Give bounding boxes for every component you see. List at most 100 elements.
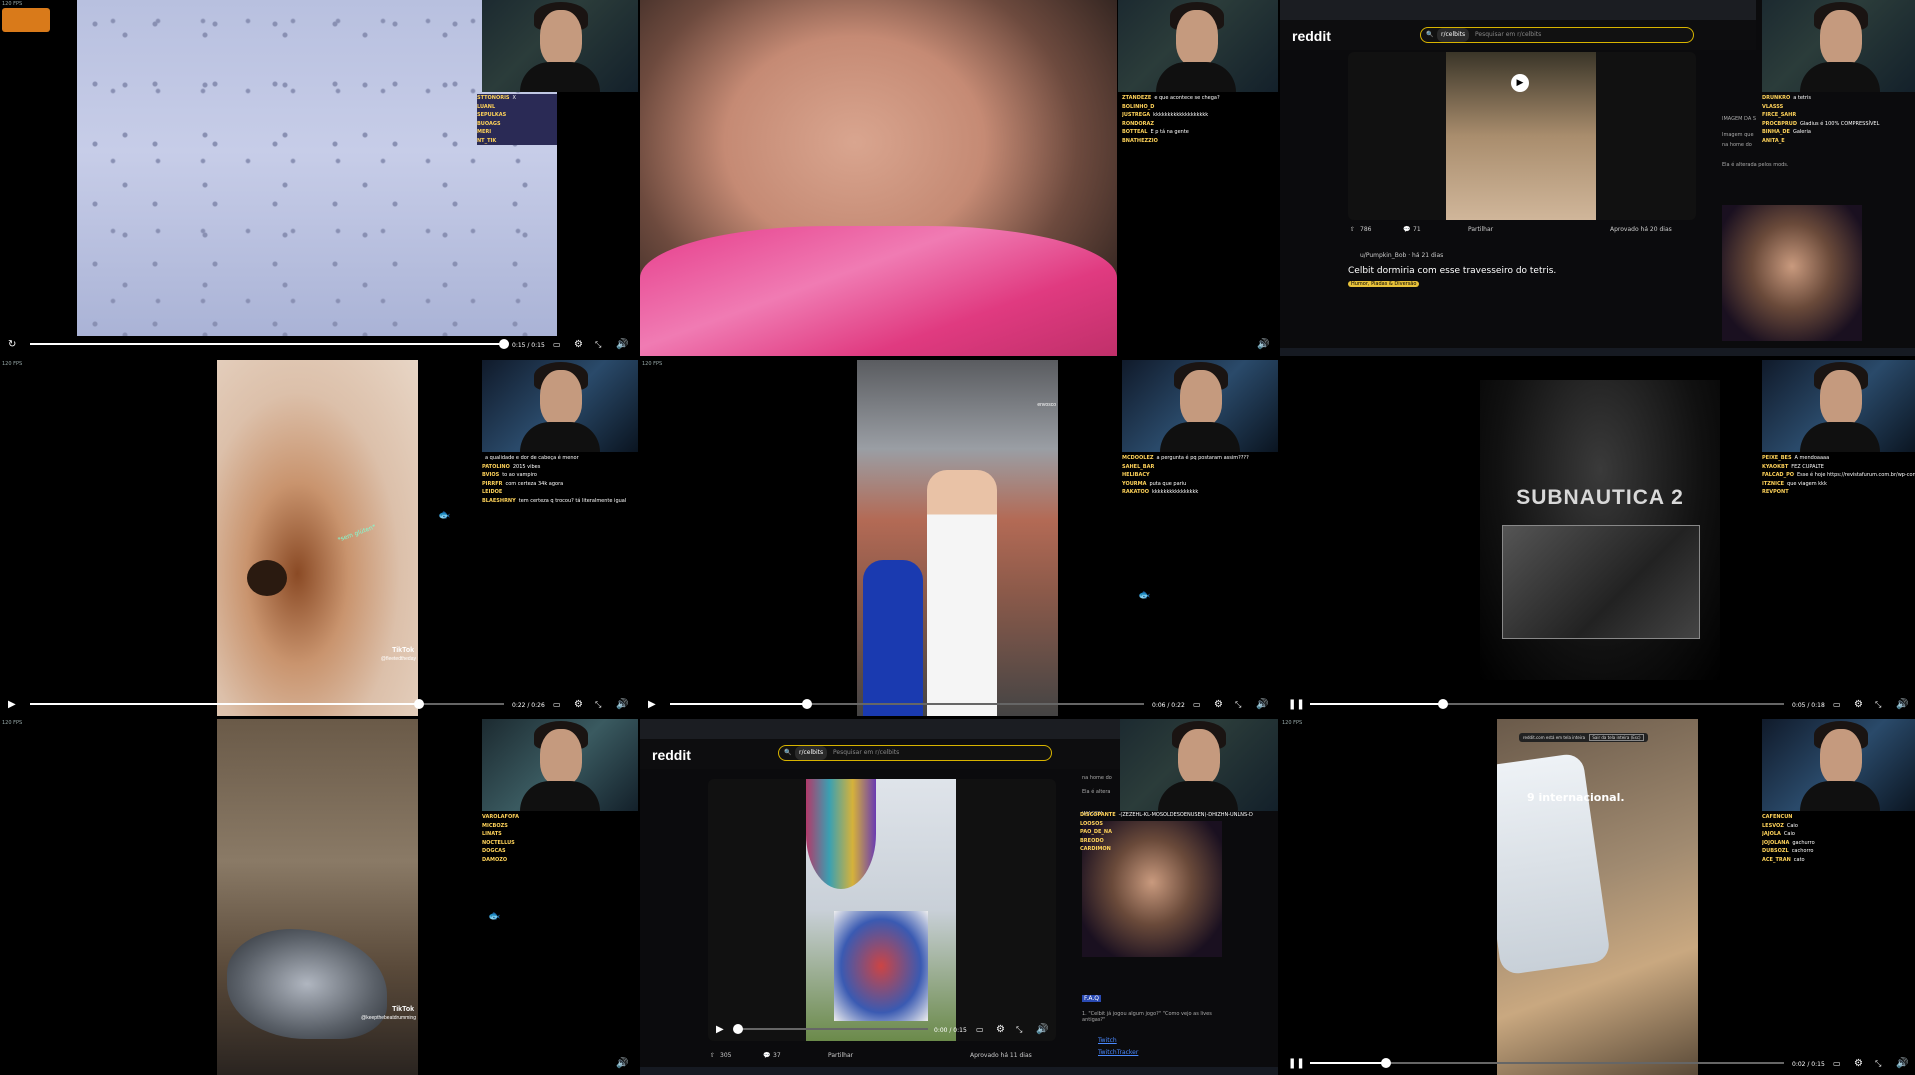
replay-icon[interactable]: ↻ bbox=[8, 340, 16, 350]
share-button[interactable]: Partilhar bbox=[828, 1052, 853, 1059]
sidebar-text-1: IMAGEM DA S bbox=[1722, 116, 1757, 122]
pause-icon[interactable]: ❚❚ bbox=[1288, 1059, 1305, 1069]
toast-text: reddit.com está em tela inteira bbox=[1523, 735, 1586, 740]
seek-fill bbox=[1310, 1062, 1386, 1064]
exit-fullscreen-button[interactable]: Sair da tela inteira (Esc) bbox=[1589, 734, 1644, 741]
reddit-logo[interactable]: reddit bbox=[1292, 28, 1331, 44]
approved-label: Aprovado há 11 dias bbox=[970, 1052, 1032, 1059]
settings-icon[interactable]: ⚙ bbox=[574, 700, 583, 710]
fullscreen-icon[interactable]: ⤡ bbox=[1875, 1059, 1881, 1069]
chat-username: ITZNICE bbox=[1762, 480, 1785, 487]
settings-icon[interactable]: ⚙ bbox=[1854, 1059, 1863, 1069]
video-frame[interactable]: SUBNAUTICA 2 bbox=[1480, 380, 1720, 680]
subreddit-chip[interactable]: r/celbits bbox=[795, 746, 828, 760]
chat-text: Galeria bbox=[1792, 129, 1811, 135]
captions-icon[interactable]: ▭ bbox=[1833, 1059, 1841, 1069]
chat-username: JOJOLANA bbox=[1762, 839, 1790, 846]
comment-icon[interactable]: 💬 bbox=[1403, 226, 1410, 233]
captions-icon[interactable]: ▭ bbox=[553, 700, 561, 710]
chat-text: tem certeza q trocou? tá literalmente ig… bbox=[518, 497, 627, 504]
seek-fill bbox=[670, 703, 808, 705]
volume-icon[interactable]: 🔊 bbox=[616, 340, 628, 350]
search-input[interactable]: 🔍 r/celbits Pesquisar em r/celbits bbox=[1420, 27, 1694, 43]
play-icon[interactable]: ▶ bbox=[8, 700, 16, 710]
chat-message: HELIBACY bbox=[1122, 471, 1276, 480]
chat-message: RAKATOO kkkkkkkkkkkkkkkk bbox=[1122, 488, 1276, 497]
seek-bar[interactable] bbox=[670, 699, 1144, 709]
video-frame[interactable] bbox=[640, 0, 1117, 356]
volume-icon[interactable]: 🔊 bbox=[1257, 340, 1269, 350]
video-frame[interactable]: envosco bbox=[857, 360, 1058, 716]
fullscreen-icon[interactable]: ⤡ bbox=[1875, 700, 1881, 710]
seek-bar[interactable] bbox=[30, 699, 504, 709]
post-video[interactable]: ▶ bbox=[1348, 52, 1696, 220]
seek-knob[interactable] bbox=[802, 699, 813, 709]
captions-icon[interactable]: ▭ bbox=[1833, 700, 1841, 710]
reddit-logo[interactable]: reddit bbox=[652, 747, 691, 763]
volume-icon[interactable]: 🔊 bbox=[616, 700, 628, 710]
fullscreen-icon[interactable]: ⤡ bbox=[1235, 700, 1241, 710]
volume-icon[interactable]: 🔊 bbox=[1896, 1059, 1908, 1069]
chat-message: REVPONT bbox=[1762, 488, 1915, 497]
search-input[interactable]: 🔍 r/celbits Pesquisar em r/celbits bbox=[778, 745, 1052, 761]
chat-text: a tetris bbox=[1793, 95, 1811, 101]
chat-message: ITZNICE que viagem kkk bbox=[1762, 480, 1915, 489]
seek-knob[interactable] bbox=[413, 699, 424, 709]
comment-icon[interactable]: 💬 bbox=[763, 1052, 770, 1059]
chat-message: PROCBPRUD Gladius é 100% COMPRESSÍVEL bbox=[1762, 120, 1915, 129]
video-frame[interactable]: TikTok @keepthebeatdrumming bbox=[217, 719, 418, 1075]
post-video[interactable]: ▶ 0:00 / 0:15 ▭ ⚙ ⤡ 🔊 bbox=[708, 779, 1056, 1041]
seek-knob[interactable] bbox=[1380, 1058, 1391, 1068]
video-frame[interactable]: 9 internacional. reddit.com está em tela… bbox=[1497, 719, 1698, 1075]
seek-knob[interactable] bbox=[499, 339, 509, 349]
taskbar bbox=[1280, 348, 1915, 356]
fullscreen-icon[interactable]: ⤡ bbox=[1016, 1025, 1022, 1035]
seek-knob[interactable] bbox=[733, 1024, 743, 1034]
volume-icon[interactable]: 🔊 bbox=[616, 1059, 628, 1069]
faq-link-twitchtracker[interactable]: TwitchTracker bbox=[1098, 1049, 1138, 1056]
captions-icon[interactable]: ▭ bbox=[1193, 700, 1201, 710]
captions-icon[interactable]: ▭ bbox=[553, 340, 561, 350]
sidebar-avatar bbox=[1722, 205, 1862, 341]
post-user[interactable]: u/Pumpkin_Bob · há 21 dias bbox=[1360, 252, 1443, 259]
post-flair: Humor, Piadas & Diversão bbox=[1348, 281, 1420, 287]
share-button[interactable]: Partilhar bbox=[1468, 226, 1493, 233]
chat-message: DOGCAS bbox=[482, 847, 636, 856]
video-frame[interactable]: *sem glúten* TikTok @fleetedtheday bbox=[217, 360, 418, 716]
chat-message: PAO_DE_NA bbox=[1080, 828, 1260, 837]
faq-link-twitch[interactable]: Twitch bbox=[1098, 1037, 1117, 1044]
seek-bar[interactable] bbox=[1310, 1058, 1784, 1068]
volume-icon[interactable]: 🔊 bbox=[1036, 1025, 1048, 1035]
settings-icon[interactable]: ⚙ bbox=[1854, 700, 1863, 710]
seek-bar[interactable] bbox=[1310, 699, 1784, 709]
fullscreen-icon[interactable]: ⤡ bbox=[595, 700, 601, 710]
chat-message: BUOAGS bbox=[477, 120, 557, 129]
chat-message: PIRRFR com certeza 34k agora bbox=[482, 480, 636, 489]
settings-icon[interactable]: ⚙ bbox=[1214, 700, 1223, 710]
time-display: 0:22 / 0:26 bbox=[512, 702, 545, 709]
chat-overlay: MCDOOLEZ a pergunta é pq postaram assim??… bbox=[1122, 454, 1276, 497]
post-title[interactable]: Celbit dormiria com esse travesseiro do … bbox=[1348, 266, 1556, 276]
volume-icon[interactable]: 🔊 bbox=[1256, 700, 1268, 710]
chat-username: BOTTEAL bbox=[1122, 129, 1148, 135]
chat-username: RAKATOO bbox=[1122, 489, 1149, 495]
phone-shape bbox=[1497, 752, 1612, 976]
seek-bar[interactable] bbox=[733, 1024, 928, 1034]
volume-icon[interactable]: 🔊 bbox=[1896, 700, 1908, 710]
upvote-icon[interactable]: ⇧ bbox=[710, 1052, 715, 1059]
seek-knob[interactable] bbox=[1437, 699, 1448, 709]
captions-icon[interactable]: ▭ bbox=[976, 1025, 984, 1035]
play-icon[interactable]: ▶ bbox=[648, 700, 656, 710]
chat-overlay: CAFENCUN LESVOZ Caio JAJOLA Caio JOJOLANA gach… bbox=[1762, 813, 1915, 864]
pause-icon[interactable]: ❚❚ bbox=[1288, 700, 1305, 710]
chat-username: DOGCAS bbox=[482, 848, 506, 854]
tiktok-username: @keepthebeatdrumming bbox=[361, 1015, 416, 1021]
settings-icon[interactable]: ⚙ bbox=[574, 340, 583, 350]
subreddit-chip[interactable]: r/celbits bbox=[1437, 28, 1470, 42]
seek-bar[interactable] bbox=[30, 339, 509, 349]
play-icon[interactable]: ▶ bbox=[716, 1025, 724, 1035]
upvote-icon[interactable]: ⇧ bbox=[1350, 226, 1355, 233]
settings-icon[interactable]: ⚙ bbox=[996, 1025, 1005, 1035]
play-icon[interactable]: ▶ bbox=[1511, 74, 1529, 92]
fullscreen-icon[interactable]: ⤡ bbox=[595, 340, 601, 350]
